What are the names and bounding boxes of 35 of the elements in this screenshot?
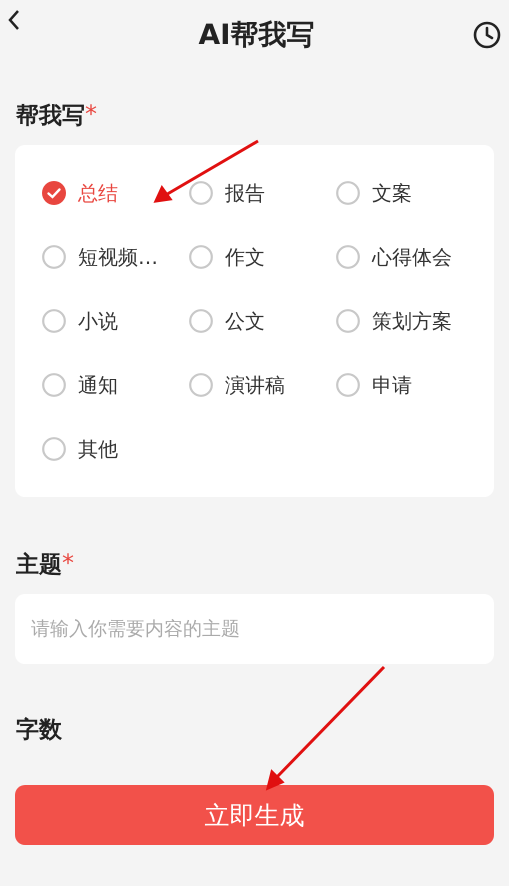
type-option[interactable]: 作文 — [189, 233, 336, 281]
type-option[interactable]: 文案 — [336, 169, 486, 217]
radio-icon[interactable] — [336, 181, 360, 205]
radio-icon[interactable] — [189, 181, 213, 205]
back-icon[interactable] — [6, 8, 22, 32]
type-option[interactable]: 演讲稿 — [189, 361, 336, 409]
type-option[interactable]: 通知 — [42, 361, 189, 409]
topic-input-field[interactable]: 请输入你需要内容的主题 — [15, 594, 494, 664]
section-label: 主题 — [16, 551, 62, 580]
type-option[interactable]: 短视频… — [42, 233, 189, 281]
radio-icon[interactable] — [189, 309, 213, 333]
radio-icon[interactable] — [42, 309, 66, 333]
required-mark: * — [85, 100, 97, 128]
radio-icon[interactable] — [189, 245, 213, 269]
radio-icon[interactable] — [189, 373, 213, 397]
radio-icon[interactable] — [336, 245, 360, 269]
radio-icon[interactable] — [42, 437, 66, 461]
radio-icon[interactable] — [336, 373, 360, 397]
page-title: AI帮我写 — [198, 17, 315, 53]
type-option[interactable]: 策划方案 — [336, 297, 486, 345]
type-option[interactable]: 心得体会 — [336, 233, 486, 281]
section-label: 帮我写 — [16, 102, 85, 131]
radio-icon[interactable] — [42, 373, 66, 397]
type-option[interactable]: 申请 — [336, 361, 486, 409]
type-option[interactable]: 报告 — [189, 169, 336, 217]
section-label: 字数 — [16, 716, 62, 745]
required-mark: * — [62, 549, 74, 577]
history-clock-icon[interactable] — [471, 19, 503, 51]
type-option[interactable]: 小说 — [42, 297, 189, 345]
type-option[interactable]: 其他 — [42, 425, 189, 473]
radio-icon[interactable] — [42, 181, 66, 205]
radio-icon[interactable] — [42, 245, 66, 269]
type-option[interactable]: 公文 — [189, 297, 336, 345]
radio-icon[interactable] — [336, 309, 360, 333]
type-option[interactable]: 总结 — [42, 169, 189, 217]
